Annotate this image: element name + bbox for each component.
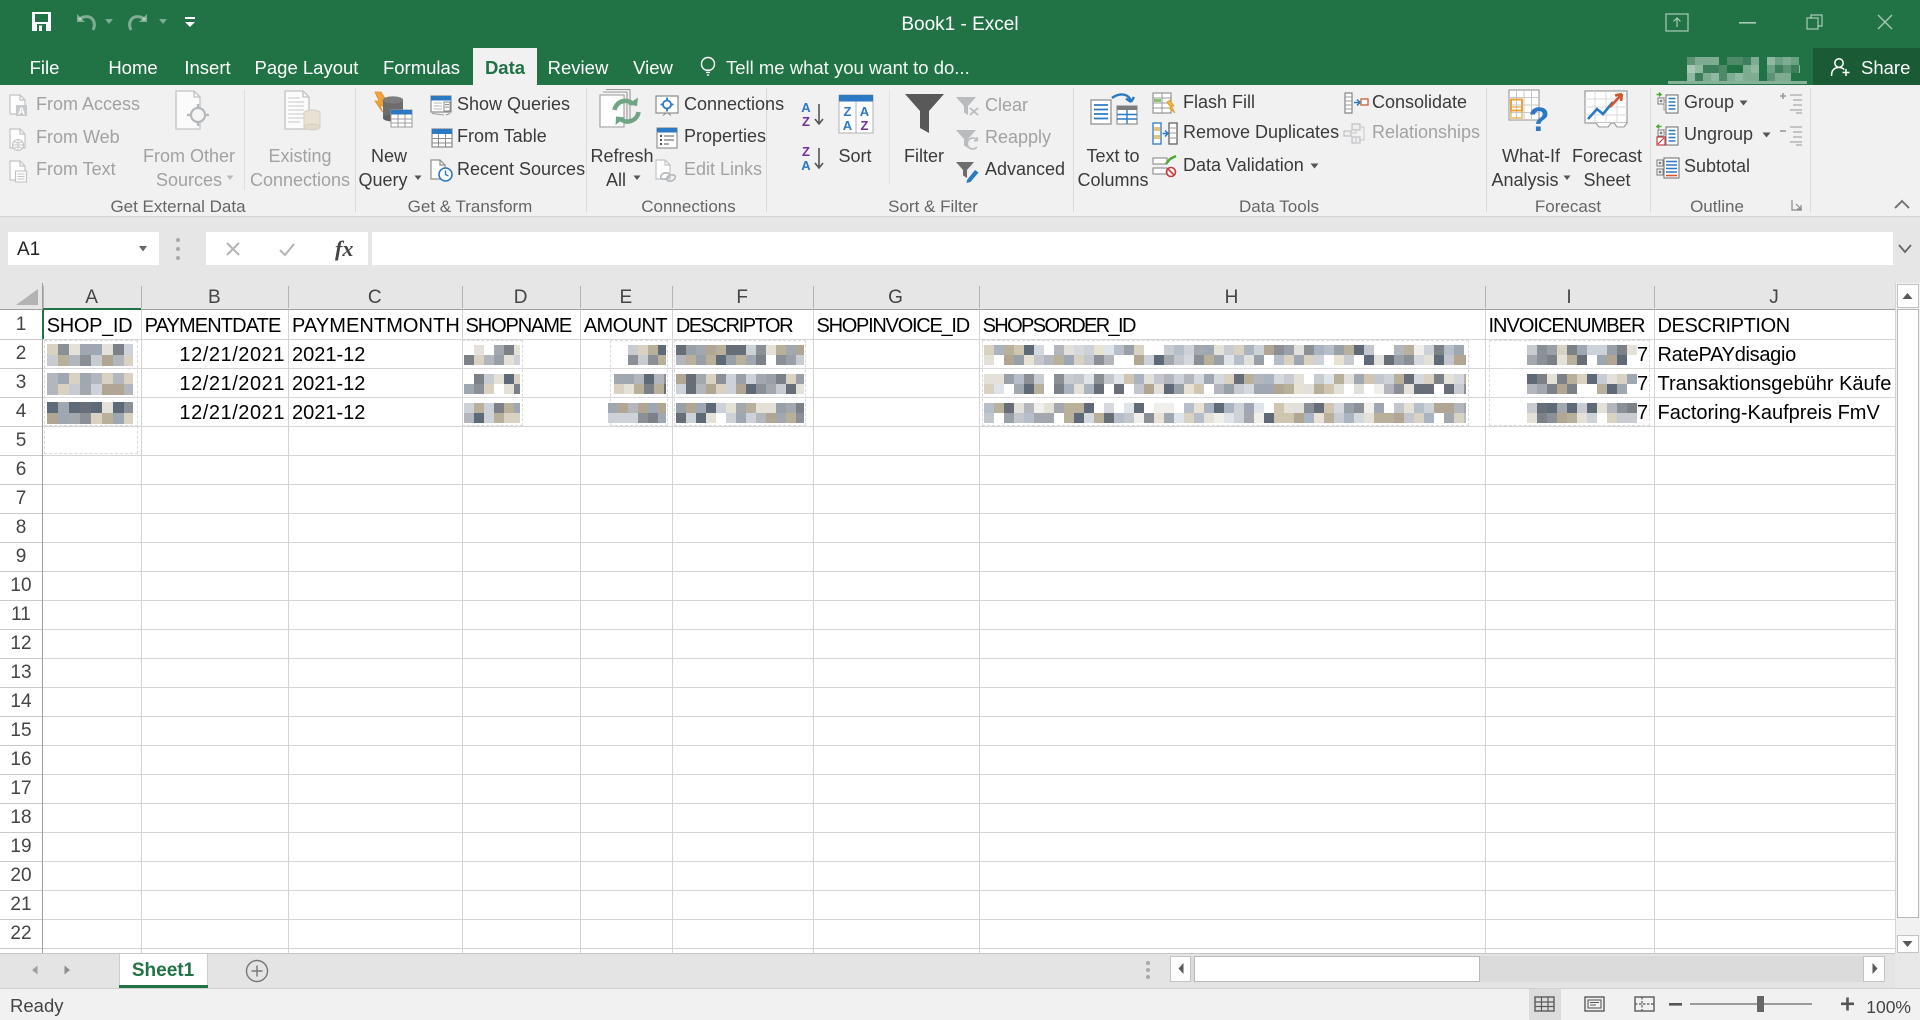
svg-text:Z: Z	[802, 145, 810, 159]
svg-text:A: A	[801, 101, 811, 115]
svg-text:A: A	[860, 104, 870, 119]
svg-text:?: ?	[1529, 101, 1550, 139]
svg-text:Z: Z	[844, 104, 852, 119]
svg-text:A: A	[843, 118, 853, 133]
svg-text:A: A	[18, 107, 25, 118]
svg-text:Z: Z	[861, 118, 869, 133]
svg-text:Z: Z	[802, 114, 810, 129]
svg-text:A: A	[801, 158, 811, 173]
